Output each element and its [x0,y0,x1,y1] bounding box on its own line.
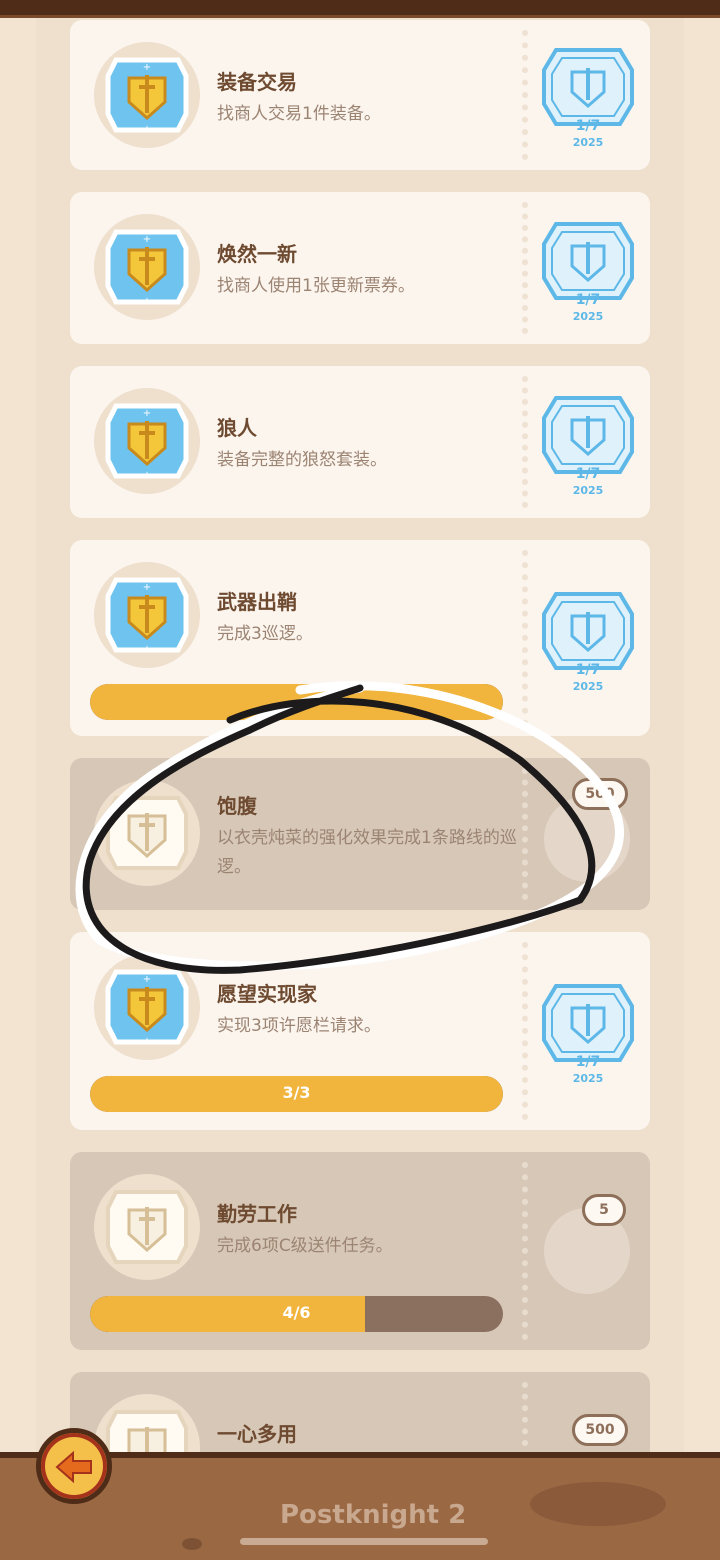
achievement-title: 武器出鞘 [217,590,297,614]
svg-text:+: + [143,1036,151,1047]
achievement-description: 找商人交易1件装备。 [217,104,381,124]
achievement-badge-icon: + + [94,42,200,148]
reward-bubble: 500 [572,1414,628,1446]
achievement-description: 找商人使用1张更新票券。 [217,276,415,296]
completion-stamp: 1/7 2025 [538,586,638,694]
card-divider [522,1382,528,1446]
game-logo: Postknight 2 [280,1500,467,1530]
svg-text:+: + [143,62,151,73]
svg-text:+: + [143,470,151,481]
progress-text: 3/3 [282,1083,311,1102]
achievement-title: 愿望实现家 [217,982,317,1006]
achievement-description: 完成6项C级送件任务。 [217,1236,393,1256]
stamp-year: 2025 [573,136,604,149]
achievement-description: 实现3项许愿栏请求。 [217,1016,381,1036]
card-divider [522,376,528,508]
progress-bar: 4/6 [90,1296,503,1332]
progress-fill [90,684,503,720]
wood-knot [182,1538,202,1550]
achievement-card-renewed[interactable]: + + 焕然一新 找商人使用1张更新票券。 1/7 2025 [70,192,650,344]
card-divider [522,202,528,334]
achievement-title: 装备交易 [217,70,297,94]
achievement-title: 一心多用 [217,1422,297,1446]
svg-text:+: + [143,974,151,985]
completion-stamp: 1/7 2025 [538,42,638,150]
achievement-card-wish-granter[interactable]: + + 愿望实现家 实现3项许愿栏请求。 1/7 2025 3/3 [70,932,650,1130]
card-divider [522,1162,528,1340]
wood-knot [530,1482,666,1526]
svg-text:+: + [143,582,151,593]
svg-text:+: + [143,124,151,135]
stamp-year: 2025 [573,680,604,693]
stamp-fraction: 1/7 [576,292,601,308]
home-indicator[interactable] [240,1538,488,1545]
progress-text: 4/6 [282,1303,311,1322]
back-button[interactable] [36,1428,112,1504]
achievement-card-werewolf[interactable]: + + 狼人 装备完整的狼怒套装。 1/7 2025 [70,366,650,518]
stamp-fraction: 1/7 [576,466,601,482]
stamp-year: 2025 [573,1072,604,1085]
arrow-left-icon [55,1450,92,1484]
achievement-title: 勤劳工作 [217,1202,297,1226]
progress-bar: 3/3 [90,1076,503,1112]
achievement-card-hard-work[interactable]: 勤劳工作 完成6项C级送件任务。 5 4/6 [70,1152,650,1350]
card-divider [522,30,528,160]
achievement-badge-icon: + + [94,562,200,668]
reward-bubble: 500 [572,778,628,810]
completion-stamp: 1/7 2025 [538,216,638,324]
achievement-title: 狼人 [217,416,257,440]
svg-text:+: + [143,644,151,655]
card-divider [522,768,528,900]
achievement-badge-icon: + + [94,388,200,494]
card-divider [522,942,528,1120]
achievement-card-weapon-drawn[interactable]: + + 武器出鞘 完成3巡逻。 1/7 2025 [70,540,650,736]
achievement-badge-icon [94,1394,200,1456]
stamp-fraction: 1/7 [576,1054,601,1070]
svg-text:+: + [143,408,151,419]
svg-text:+: + [143,296,151,307]
achievement-card-multitask[interactable]: 一心多用 500 [70,1372,650,1456]
stamp-year: 2025 [573,310,604,323]
card-divider [522,550,528,726]
progress-bar [90,684,503,720]
achievement-description: 装备完整的狼怒套装。 [217,450,387,470]
achievement-badge-icon [94,1174,200,1280]
stamp-fraction: 1/7 [576,118,601,134]
achievement-card-equipment-trade[interactable]: + + 装备交易 找商人交易1件装备。 1/7 2025 [70,20,650,170]
achievement-card-full-stomach[interactable]: 饱腹 以衣壳炖菜的强化效果完成1条路线的巡逻。 500 [70,758,650,910]
achievement-description: 完成3巡逻。 [217,624,313,644]
achievement-title: 饱腹 [217,794,257,818]
stamp-fraction: 1/7 [576,662,601,678]
completion-stamp: 1/7 2025 [538,978,638,1086]
svg-text:+: + [143,234,151,245]
achievement-badge-icon: + + [94,214,200,320]
top-frame-bar [0,0,720,18]
completion-stamp: 1/7 2025 [538,390,638,498]
stamp-year: 2025 [573,484,604,497]
achievement-badge-icon: + + [94,954,200,1060]
achievement-description: 以衣壳炖菜的强化效果完成1条路线的巡逻。 [217,828,517,877]
achievement-title: 焕然一新 [217,242,297,266]
reward-bubble: 5 [582,1194,626,1226]
achievement-badge-icon [94,780,200,886]
